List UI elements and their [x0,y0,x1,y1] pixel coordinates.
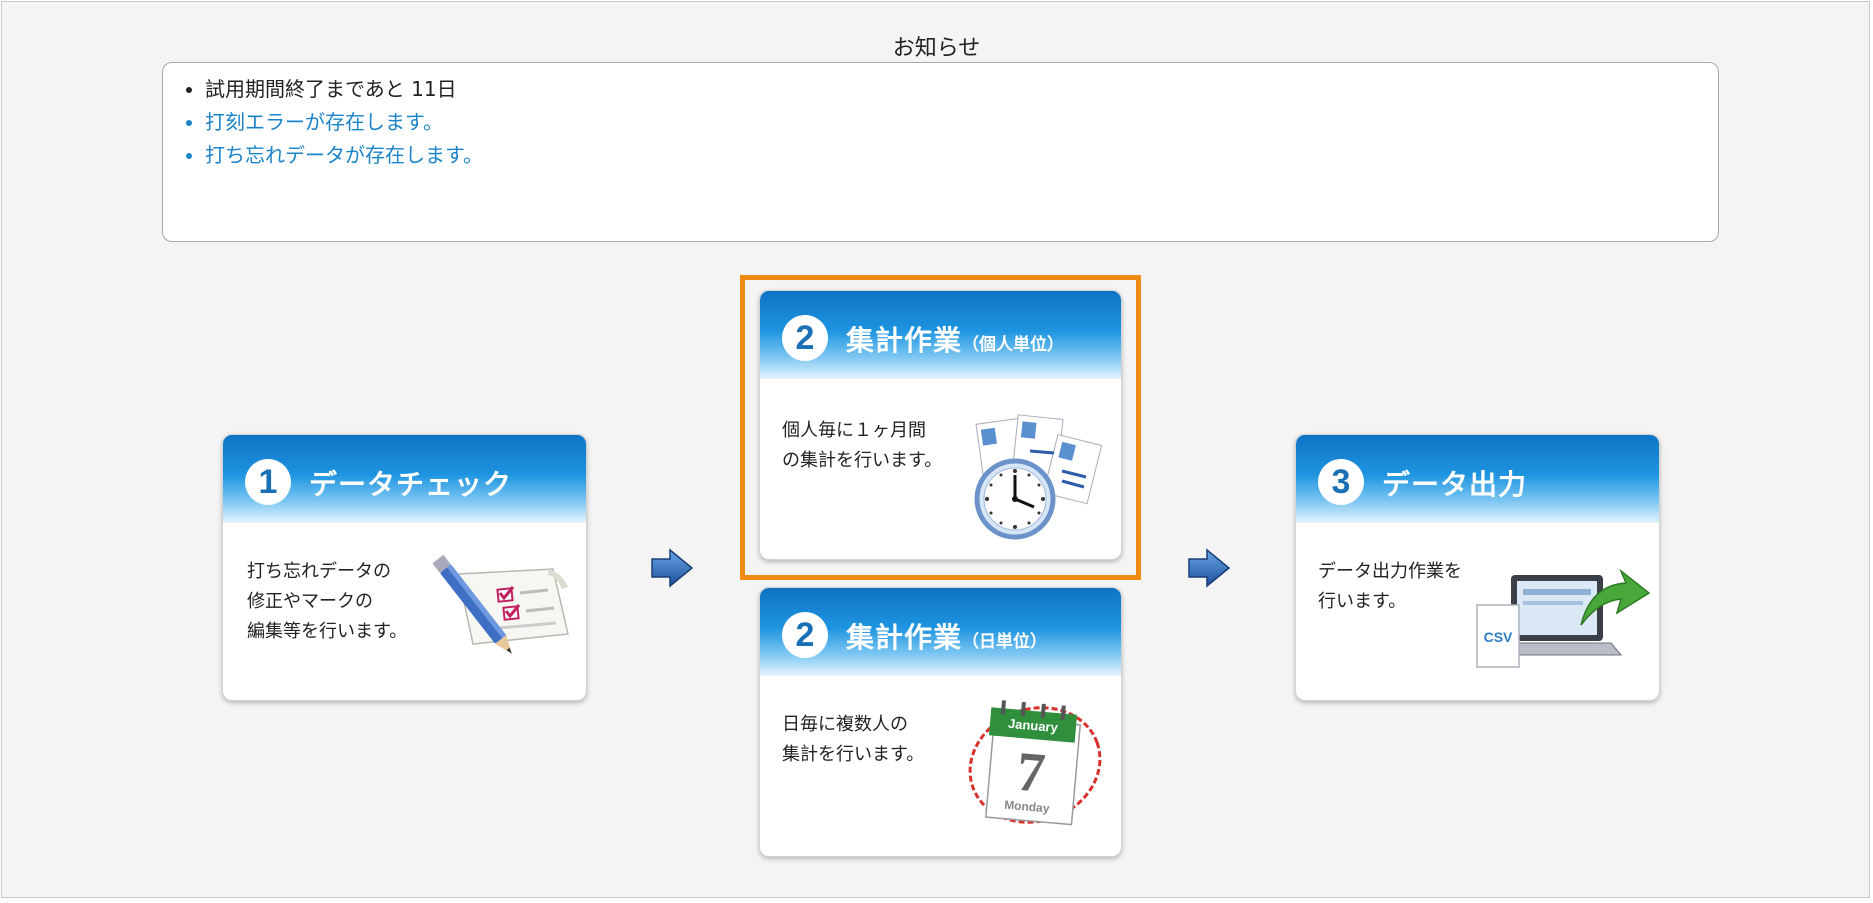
card-title-sub: （個人単位） [962,335,1065,355]
card-header: 1 データチェック [223,435,586,523]
aggregation-daily-card[interactable]: 2 集計作業（日単位） 日毎に複数人の 集計を行います。 January 7 M… [759,587,1122,857]
clock-timecards-icon [974,414,1103,540]
csv-export-icon: CSV [1476,568,1651,668]
right-arrow-icon [1188,548,1231,588]
notice-trial-period: 試用期間終了まであと 11日 [205,73,1718,106]
card-title: 集計作業（日単位） [846,616,1047,656]
notice-list: 試用期間終了まであと 11日 打刻エラーが存在します。 打ち忘れデータが存在しま… [163,73,1718,172]
pencil-checklist-icon [432,554,569,654]
card-description: 個人毎に１ヶ月間 の集計を行います。 [782,420,943,471]
step-number: 3 [1318,459,1364,505]
step-number: 1 [245,459,291,505]
card-title: データチェック [309,468,513,501]
step-number: 2 [782,612,828,658]
right-arrow-icon [651,548,694,588]
notice-stamp-error-text[interactable]: 打刻エラーが存在します。 [205,110,443,134]
data-output-card[interactable]: 3 データ出力 データ出力作業を 行います。 CSV [1295,434,1660,701]
data-check-card[interactable]: 1 データチェック 打ち忘れデータの 修正やマークの 編集等を行います。 [222,434,587,701]
notice-stamp-error-link[interactable]: 打刻エラーが存在します。 [205,106,1718,139]
notice-missing-data-text[interactable]: 打ち忘れデータが存在します。 [205,143,483,167]
card-header: 2 集計作業（日単位） [760,588,1121,676]
csv-label: CSV [1484,629,1513,645]
calendar-icon: January 7 Monday [968,700,1102,826]
card-title: データ出力 [1382,468,1528,501]
card-description: 日毎に複数人の 集計を行います。 [782,714,925,765]
card-title-main: 集計作業 [846,324,963,357]
step-number: 2 [782,315,828,361]
card-title-sub: （日単位） [962,632,1048,652]
card-description: データ出力作業を 行います。 [1318,561,1462,612]
card-header: 3 データ出力 [1296,435,1659,523]
card-header: 2 集計作業（個人単位） [760,291,1121,379]
card-description: 打ち忘れデータの 修正やマークの 編集等を行います。 [247,561,408,642]
notice-title: お知らせ [892,36,981,61]
notice-missing-data-link[interactable]: 打ち忘れデータが存在します。 [205,139,1718,172]
calendar-day: 7 [1014,741,1047,805]
notice-box: 試用期間終了まであと 11日 打刻エラーが存在します。 打ち忘れデータが存在しま… [162,62,1719,242]
card-title: 集計作業（個人単位） [846,319,1064,359]
aggregation-personal-card[interactable]: 2 集計作業（個人単位） 個人毎に１ヶ月間 の集計を行います。 [759,290,1122,560]
card-title-main: 集計作業 [846,621,963,654]
